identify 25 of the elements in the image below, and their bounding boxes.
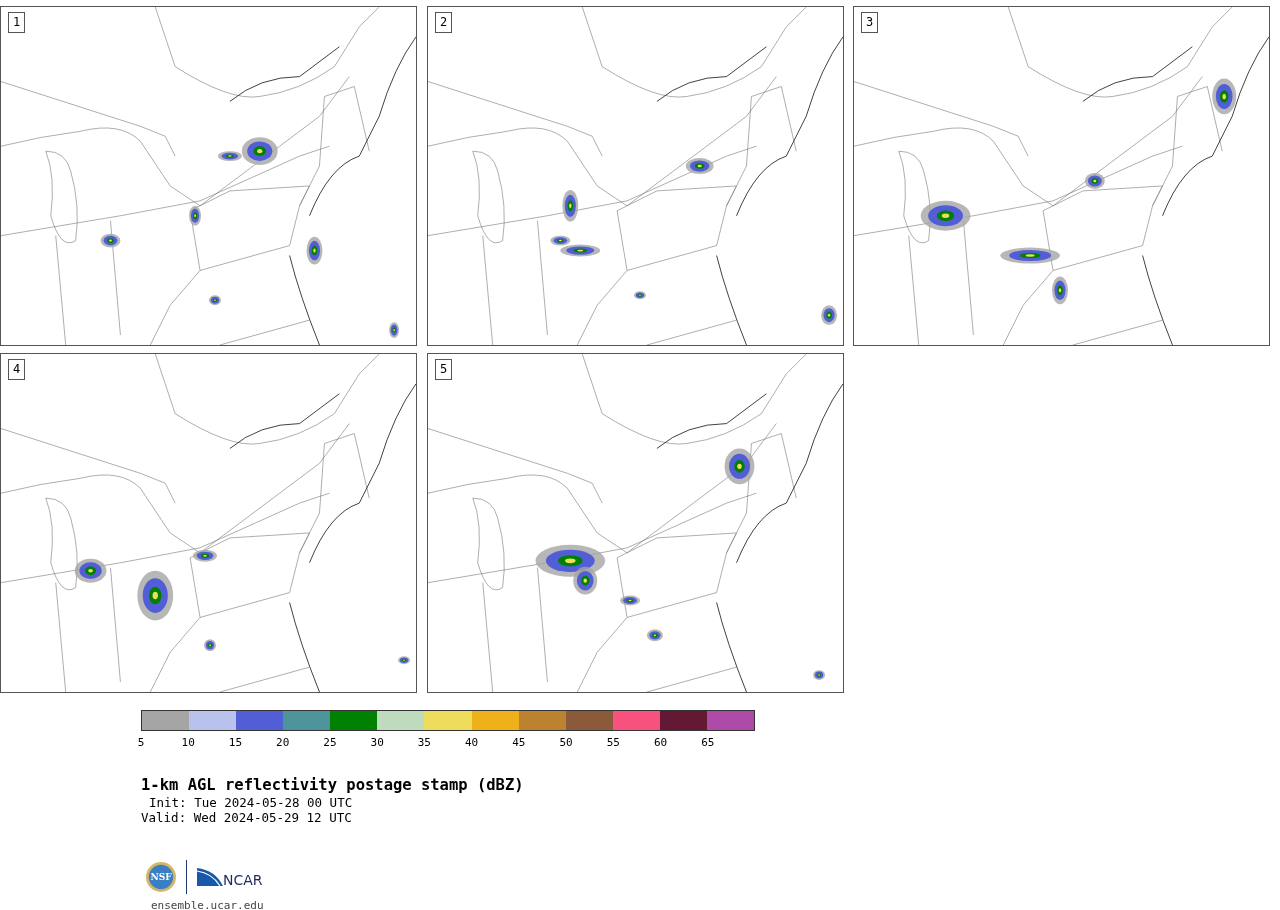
colorbar-tick-label: 20 — [276, 736, 290, 749]
colorbar-tick-label: 65 — [701, 736, 715, 749]
panel-number: 3 — [861, 12, 879, 33]
colorbar-tick-label: 50 — [559, 736, 573, 749]
colorbar-tick-label: 10 — [181, 736, 195, 749]
colorbar-tick-label: 5 — [137, 736, 145, 749]
ncar-logo-text: NCAR — [223, 872, 263, 888]
colorbar-tick-label: 60 — [653, 736, 668, 749]
nsf-logo: NSF — [146, 862, 176, 892]
panel-number: 4 — [8, 359, 26, 380]
colorbar-tick-label: 25 — [323, 736, 337, 749]
panel-number: 1 — [8, 12, 26, 33]
colorbar-tick-label: 40 — [465, 736, 479, 749]
valid-time: Valid: Wed 2024-05-29 12 UTC — [141, 810, 353, 825]
colorbar-tick-label: 55 — [606, 736, 620, 749]
panel-number: 5 — [435, 359, 453, 380]
colorbar-tick-label: 30 — [370, 736, 384, 749]
colorbar-tick-label: 45 — [512, 736, 526, 749]
colorbar-tick-label: 15 — [228, 736, 243, 749]
figure-title: 1-km AGL reflectivity postage stamp (dBZ) — [141, 775, 525, 795]
panel-number: 2 — [435, 12, 453, 33]
init-time: Init: Tue 2024-05-28 00 UTC — [148, 795, 354, 810]
arc-logo-icon — [197, 868, 223, 886]
website-url: ensemble.ucar.edu — [151, 899, 265, 910]
colorbar-tick-label: 35 — [417, 736, 431, 749]
